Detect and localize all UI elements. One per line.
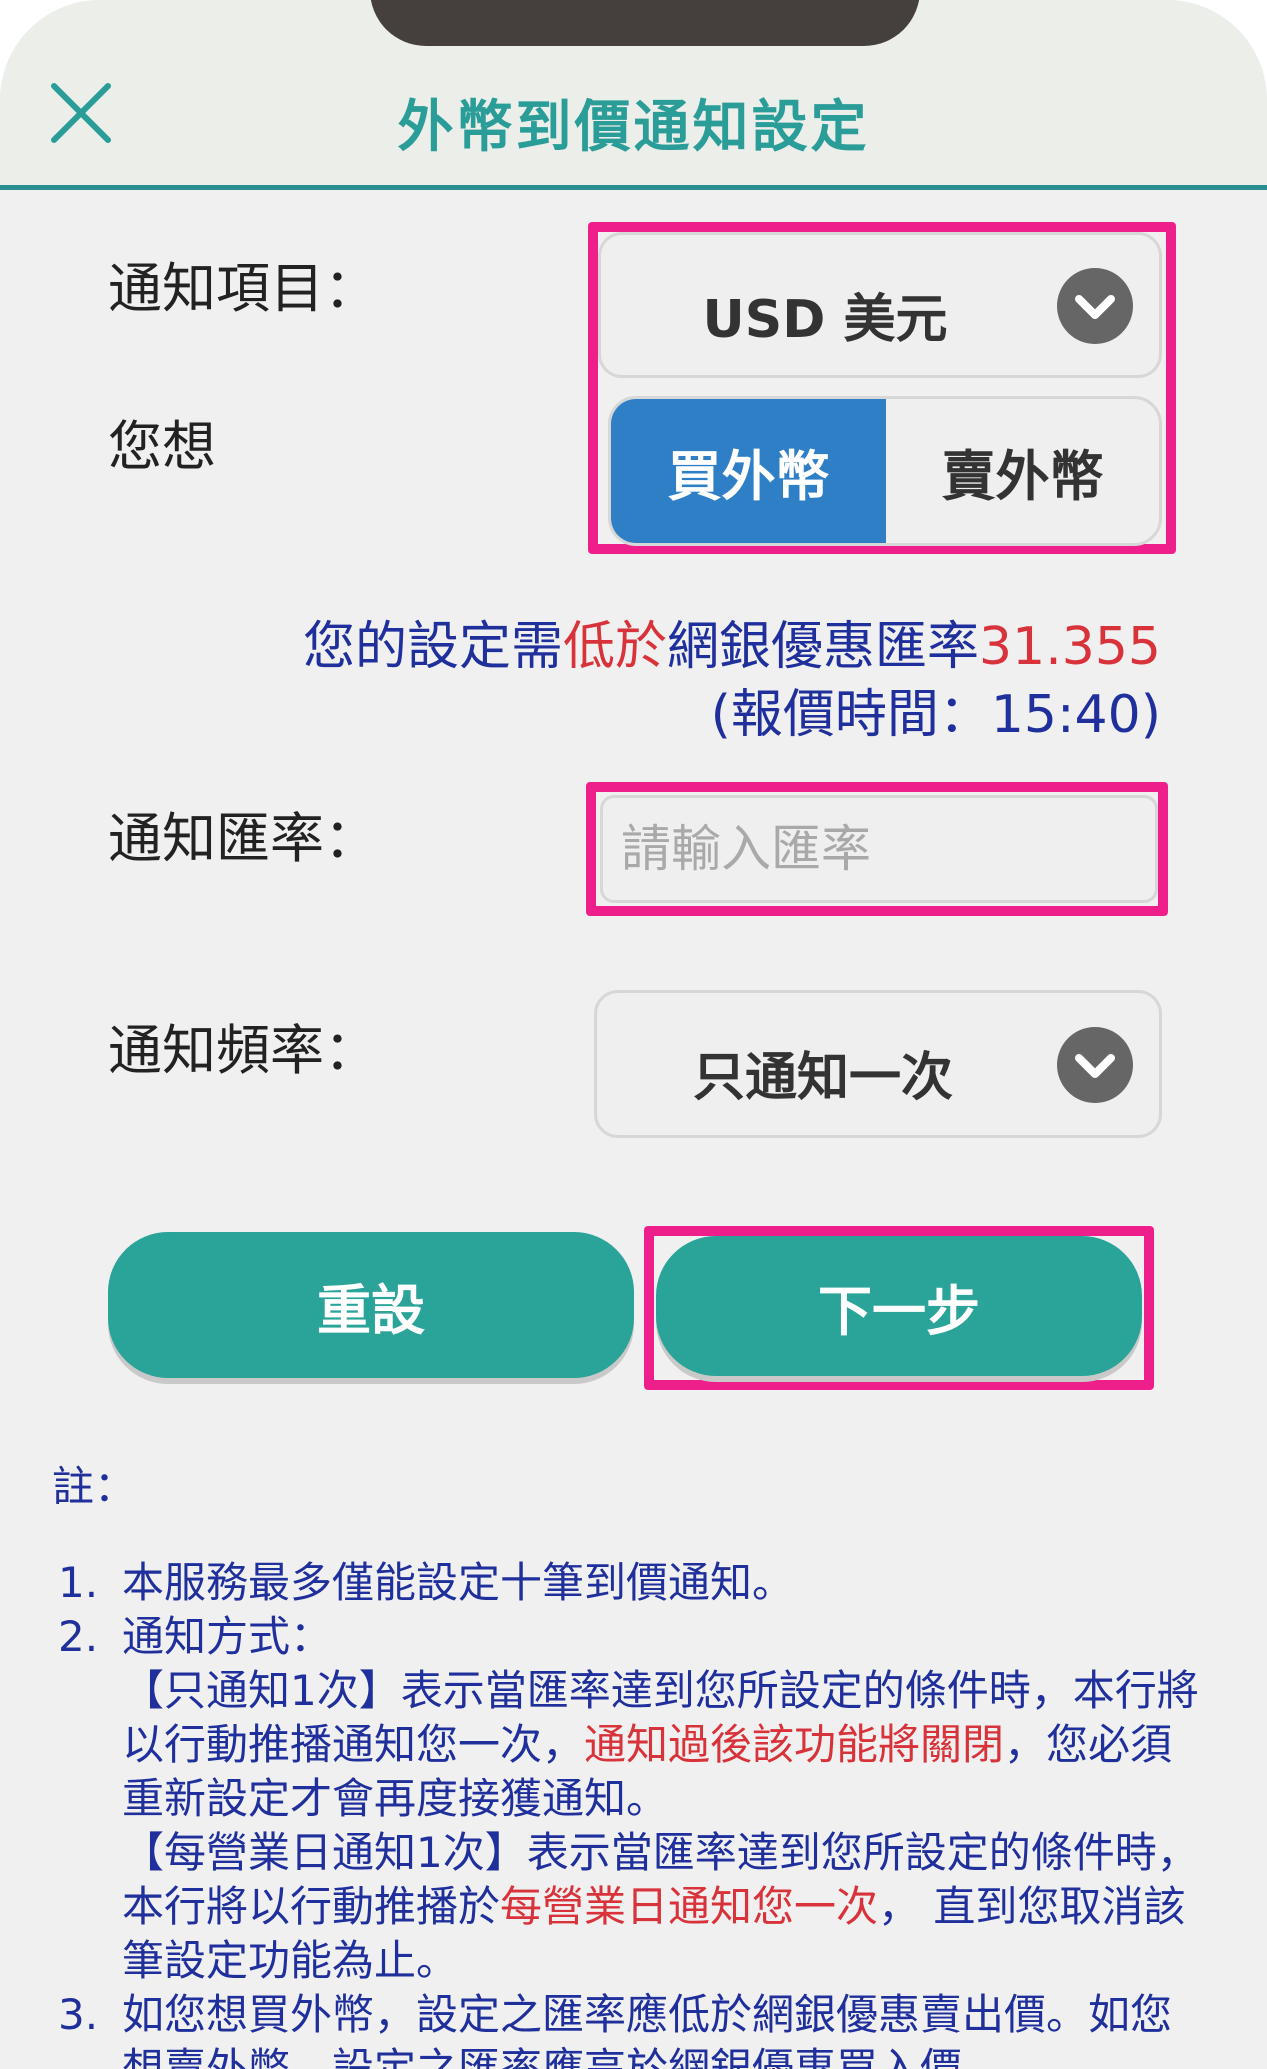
frequency-select-value: 只通知一次	[692, 1048, 953, 1108]
buy-foreign-button[interactable]: 買外幣	[611, 399, 886, 543]
rate-hint: 您的設定需低於網銀優惠匯率31.355	[303, 604, 1161, 679]
note-warning: 通知過後該功能將關閉	[584, 1720, 1005, 1769]
sell-foreign-button[interactable]: 賣外幣	[886, 399, 1159, 543]
note-paragraph-daily: 【每營業日通知1次】表示當匯率達到您所設定的條件時，本行將以行動推播於每營業日通…	[122, 1826, 1212, 1988]
chevron-down-icon	[1057, 268, 1133, 344]
chevron-down-icon	[1057, 1027, 1133, 1103]
rate-input[interactable]	[600, 795, 1158, 903]
rate-hint-mid: 網銀優惠匯率	[667, 617, 980, 677]
note-item-1: 1. 本服務最多僅能設定十筆到價通知。	[52, 1556, 1212, 1610]
device-notch	[370, 0, 920, 46]
frequency-label: 通知頻率：	[108, 1019, 378, 1082]
note-text: 本服務最多僅能設定十筆到價通知。	[122, 1558, 795, 1607]
reset-button[interactable]: 重設	[108, 1232, 634, 1378]
note-text: 如您想買外幣，設定之匯率應低於網銀優惠賣出價。如您想賣外幣，設定之匯率應高於網銀…	[122, 1990, 1173, 2069]
direction-label: 您想	[108, 415, 216, 478]
notes-heading: 註：	[52, 1462, 137, 1511]
notes-section: 註： 1. 本服務最多僅能設定十筆到價通知。 2. 通知方式： 【只通知1次】表…	[52, 1460, 1212, 2069]
item-label: 通知項目：	[108, 257, 378, 320]
note-number: 1.	[58, 1558, 99, 1607]
rate-hint-value: 31.355	[979, 617, 1161, 677]
rate-hint-prefix: 您的設定需	[303, 617, 564, 677]
note-item-3: 3. 如您想買外幣，設定之匯率應低於網銀優惠賣出價。如您想賣外幣，設定之匯率應高…	[52, 1988, 1212, 2069]
currency-select-value: USD 美元	[702, 290, 948, 350]
note-warning: 每營業日通知您一次	[500, 1882, 879, 1931]
note-item-2: 2. 通知方式： 【只通知1次】表示當匯率達到您所設定的條件時，本行將以行動推播…	[52, 1610, 1212, 1988]
currency-select[interactable]: USD 美元	[598, 232, 1162, 378]
app-screen: 外幣到價通知設定 通知項目： USD 美元 您想 買外幣 賣外幣 您的設定需低於…	[0, 0, 1267, 2069]
rate-hint-condition: 低於	[563, 617, 668, 677]
page-title: 外幣到價通知設定	[397, 95, 870, 160]
note-number: 3.	[58, 1990, 99, 2039]
direction-toggle: 買外幣 賣外幣	[608, 396, 1162, 546]
quote-time: (報價時間：15:40)	[710, 685, 1161, 745]
rate-label: 通知匯率：	[108, 807, 378, 870]
next-button[interactable]: 下一步	[656, 1236, 1142, 1376]
note-number: 2.	[58, 1612, 99, 1661]
note-paragraph-once: 【只通知1次】表示當匯率達到您所設定的條件時，本行將以行動推播通知您一次，通知過…	[122, 1664, 1212, 1826]
note-title: 通知方式：	[122, 1612, 333, 1661]
frequency-select[interactable]: 只通知一次	[594, 990, 1162, 1138]
